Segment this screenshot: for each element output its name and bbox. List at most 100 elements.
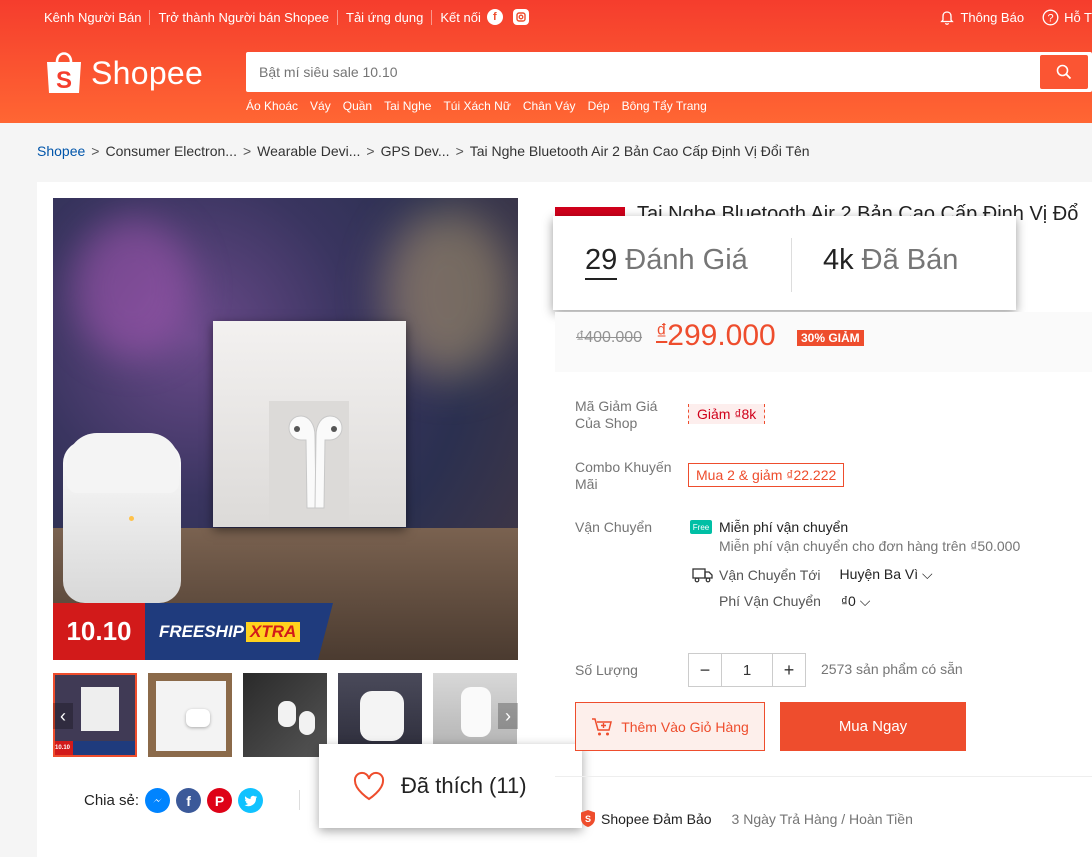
free-shipping-text: Miễn phí vận chuyển	[719, 519, 849, 535]
quick-link[interactable]: Váy	[310, 99, 331, 113]
thumbnail[interactable]	[243, 673, 327, 757]
truck-icon	[692, 567, 713, 582]
shopee-logo[interactable]: S Shopee	[44, 50, 203, 96]
notifications-label: Thông Báo	[960, 10, 1025, 25]
like-count-label: Đã thích (11)	[401, 773, 527, 798]
discount-badge: 30% GIẢM	[797, 330, 864, 346]
seller-center-link[interactable]: Kênh Người Bán	[44, 9, 151, 25]
decrease-button[interactable]: −	[689, 654, 721, 686]
combo-label: Combo Khuyến Mãi	[575, 459, 672, 492]
banner-freeship: FREESHIP XTRA	[145, 603, 333, 660]
messenger-icon[interactable]	[145, 788, 171, 813]
add-to-cart-button[interactable]: Thêm Vào Giỏ Hàng	[575, 702, 765, 751]
chevron-down-icon: ⌵	[859, 593, 871, 609]
shipping-fee-row: Phí Vận Chuyển ₫0 ⌵	[719, 593, 870, 610]
divider	[555, 776, 1092, 777]
rating-label: Đánh Giá	[625, 244, 748, 276]
breadcrumb-item[interactable]: Consumer Electron...	[105, 143, 237, 159]
search-bar	[246, 52, 1092, 92]
rating-count: 29	[585, 244, 618, 280]
shipping-fee-dropdown[interactable]: ₫0 ⌵	[841, 593, 871, 609]
sold-count: 4k	[823, 244, 854, 276]
quick-link[interactable]: Tai Nghe	[384, 99, 431, 113]
connect-label: Kết nối	[440, 9, 481, 25]
sold-stat: 4k Đã Bán	[823, 244, 958, 277]
add-to-cart-label: Thêm Vào Giỏ Hàng	[621, 718, 749, 735]
top-right: Thông Báo ? Hỗ T	[921, 9, 1092, 26]
share-label: Chia sẻ:	[84, 792, 140, 809]
ship-to-dropdown[interactable]: Huyện Ba Vì ⌵	[840, 566, 933, 583]
voucher-label: Mã Giảm Giá Của Shop	[575, 398, 658, 431]
quantity-input[interactable]: 1	[721, 654, 773, 686]
chevron-right-icon: ›	[505, 705, 511, 726]
chevron-right-icon: >	[242, 143, 252, 159]
quick-link[interactable]: Bông Tẩy Trang	[622, 99, 707, 113]
logo-text: Shopee	[91, 54, 204, 91]
search-icon	[1056, 64, 1072, 80]
like-button[interactable]: Đã thích (11)	[319, 744, 582, 828]
breadcrumb-item[interactable]: GPS Dev...	[381, 143, 450, 159]
stock-available: 2573 sản phẩm có sẵn	[821, 661, 963, 677]
ship-to-label: Vận Chuyển Tới	[719, 566, 821, 583]
help-link[interactable]: ? Hỗ T	[1042, 9, 1092, 26]
search-button[interactable]	[1040, 55, 1088, 89]
price-value: 299.000	[667, 319, 776, 352]
twitter-icon[interactable]	[238, 788, 264, 813]
help-icon: ?	[1042, 9, 1059, 26]
breadcrumb-item[interactable]: Shopee	[37, 143, 85, 159]
svg-text:?: ?	[1048, 13, 1054, 25]
quantity-stepper: − 1 +	[688, 653, 806, 687]
quantity-label: Số Lượng	[575, 662, 638, 678]
shipping-fee-label: Phí Vận Chuyển	[719, 593, 821, 609]
thumbnail-prev-button[interactable]: ‹	[53, 703, 73, 729]
quick-search-links: Áo Khoác Váy Quần Tai Nghe Túi Xách Nữ C…	[246, 99, 719, 113]
breadcrumb-current: Tai Nghe Bluetooth Air 2 Bản Cao Cấp Địn…	[469, 143, 810, 159]
thumbnail[interactable]	[148, 673, 232, 757]
facebook-share-icon[interactable]: f	[176, 788, 202, 813]
charging-case-image	[63, 433, 181, 603]
facebook-icon[interactable]: f	[486, 9, 503, 25]
guarantee-title: Shopee Đảm Bảo	[601, 810, 712, 827]
divider	[791, 238, 792, 292]
guarantee-desc: 3 Ngày Trả Hàng / Hoàn Tiền	[731, 810, 913, 827]
quick-link[interactable]: Dép	[588, 99, 610, 113]
svg-text:S: S	[56, 67, 72, 94]
original-price: ₫400.000	[576, 329, 643, 346]
quick-link[interactable]: Quần	[343, 99, 372, 113]
thumbnail-next-button[interactable]: ›	[498, 703, 518, 729]
product-box-image	[213, 321, 406, 527]
freeship-banner: 10.10 FREESHIP XTRA	[53, 603, 518, 660]
shop-voucher[interactable]: Giảm ₫8k	[688, 404, 766, 424]
quick-link[interactable]: Túi Xách Nữ	[443, 99, 510, 113]
chevron-down-icon: ⌵	[922, 566, 933, 582]
buy-now-button[interactable]: Mua Ngay	[780, 702, 966, 751]
search-input[interactable]	[246, 52, 1046, 92]
chevron-right-icon: >	[455, 143, 464, 159]
download-app-link[interactable]: Tải ứng dụng	[338, 9, 433, 25]
chevron-left-icon: ‹	[60, 705, 66, 726]
divider	[299, 790, 300, 810]
combo-deal[interactable]: Mua 2 & giảm ₫22.222	[688, 463, 845, 487]
notifications-link[interactable]: Thông Báo	[939, 10, 1024, 26]
instagram-icon[interactable]	[512, 9, 529, 25]
rating-sold-stats: 29 Đánh Giá 4k Đã Bán	[553, 216, 1016, 310]
breadcrumb: Shopee > Consumer Electron... > Wearable…	[37, 143, 810, 159]
thumb-banner: 10.10	[55, 741, 73, 755]
become-seller-link[interactable]: Trở thành Người bán Shopee	[150, 9, 338, 25]
bell-icon	[940, 10, 955, 25]
shopee-guarantee[interactable]: S Shopee Đảm Bảo 3 Ngày Trả Hàng / Hoàn …	[580, 809, 913, 828]
shipping-label: Vận Chuyển	[575, 519, 653, 535]
breadcrumb-item[interactable]: Wearable Devi...	[257, 143, 360, 159]
quick-link[interactable]: Áo Khoác	[246, 99, 298, 113]
ship-to-row: Vận Chuyển Tới Huyện Ba Vì ⌵	[692, 566, 933, 583]
banner-date: 10.10	[53, 603, 145, 660]
svg-text:S: S	[585, 814, 591, 824]
top-links: Kênh Người Bán Trở thành Người bán Shope…	[44, 9, 539, 25]
sale-price: ₫299.000	[656, 319, 776, 353]
pinterest-icon[interactable]: P	[207, 788, 233, 813]
rating-stat[interactable]: 29 Đánh Giá	[585, 244, 748, 280]
quick-link[interactable]: Chân Váy	[523, 99, 576, 113]
product-main-image[interactable]: 10.10 FREESHIP XTRA	[53, 198, 518, 660]
increase-button[interactable]: +	[773, 654, 805, 686]
free-shipping-icon: Free	[690, 520, 712, 534]
